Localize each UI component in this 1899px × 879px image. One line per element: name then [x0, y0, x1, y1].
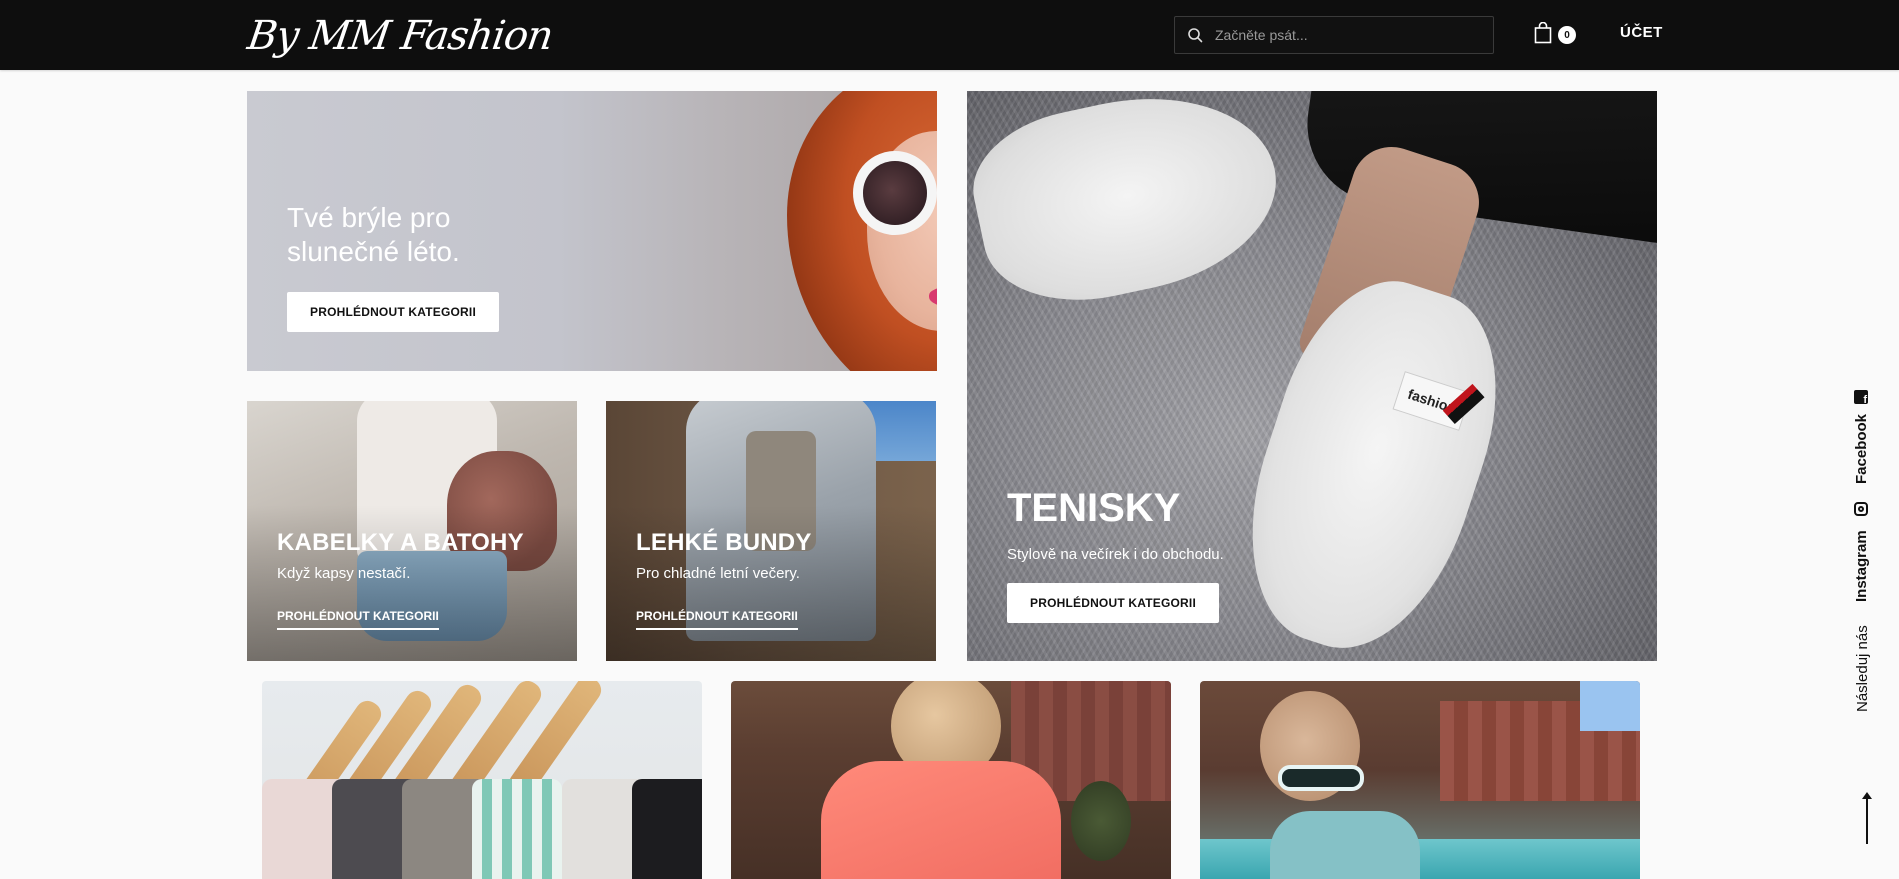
bags-category-link[interactable]: PROHLÉDNOUT KATEGORII	[277, 609, 439, 630]
product-image-sunglasses	[1278, 765, 1364, 791]
follow-us-label: Následuj nás	[1854, 625, 1871, 712]
banner-headline: Tvé brýle pro slunečné léto.	[287, 202, 460, 267]
cart-count-badge: 0	[1558, 26, 1576, 44]
shopping-bag-icon	[1534, 21, 1552, 49]
tile-subtitle: Stylově na večírek i do obchodu.	[1007, 546, 1224, 563]
sneakers-category-tile[interactable]: fashion TENISKY Stylově na večírek i do …	[967, 91, 1657, 661]
site-logo[interactable]: By MM Fashion	[244, 8, 556, 64]
product-image	[1270, 811, 1420, 879]
tile-title: TENISKY	[1007, 486, 1181, 530]
jackets-category-tile[interactable]: LEHKÉ BUNDY Pro chladné letní večery. PR…	[606, 401, 936, 661]
jackets-category-link[interactable]: PROHLÉDNOUT KATEGORII	[636, 609, 798, 630]
tile-subtitle: Pro chladné letní večery.	[636, 565, 800, 582]
product-card-pink-shirt[interactable]	[731, 681, 1171, 879]
account-link[interactable]: ÚČET	[1620, 24, 1663, 46]
site-header: By MM Fashion 0 ÚČET	[0, 0, 1899, 70]
search-bar[interactable]	[1174, 16, 1494, 54]
arrow-up-icon[interactable]	[1862, 792, 1872, 844]
search-input[interactable]	[1215, 17, 1493, 53]
sneakers-category-button[interactable]: PROHLÉDNOUT KATEGORII	[1007, 583, 1219, 623]
instagram-link[interactable]: Instagram	[1853, 530, 1870, 602]
tile-title: KABELKY A BATOHY	[277, 529, 524, 556]
tile-title: LEHKÉ BUNDY	[636, 529, 812, 556]
sunglasses-lens-left	[853, 151, 937, 235]
instagram-icon[interactable]	[1854, 502, 1868, 516]
product-card-hangers[interactable]	[262, 681, 702, 879]
product-card-pool[interactable]	[1200, 681, 1640, 879]
cart-button[interactable]: 0	[1534, 21, 1580, 49]
search-icon[interactable]	[1175, 16, 1215, 54]
facebook-link[interactable]: Facebook	[1853, 414, 1870, 484]
sunglasses-category-button[interactable]: PROHLÉDNOUT KATEGORII	[287, 292, 499, 332]
sunglasses-banner[interactable]: Tvé brýle pro slunečné léto. PROHLÉDNOUT…	[247, 91, 937, 371]
tile-subtitle: Když kapsy nestačí.	[277, 565, 411, 582]
bags-category-tile[interactable]: KABELKY A BATOHY Když kapsy nestačí. PRO…	[247, 401, 577, 661]
product-image	[821, 761, 1061, 879]
facebook-icon[interactable]	[1854, 390, 1868, 406]
